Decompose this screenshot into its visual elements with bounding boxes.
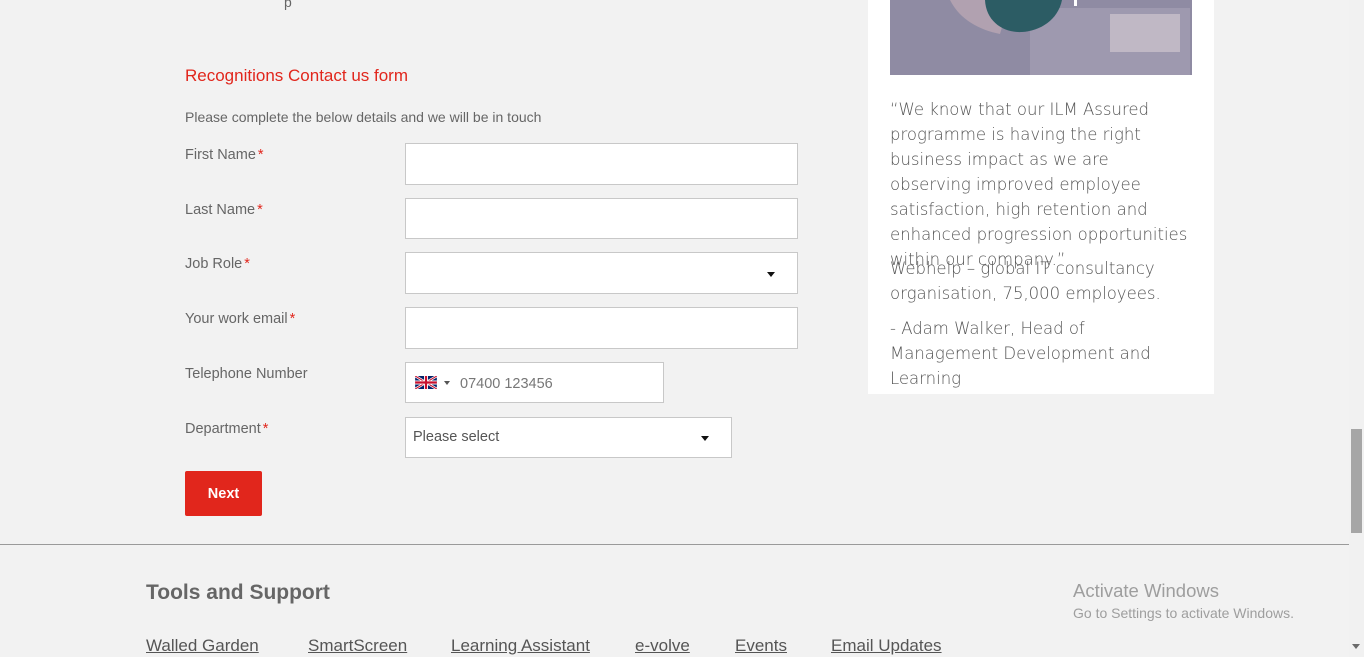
- testimonial-quote: “We know that our ILM Assured programme …: [890, 100, 1188, 269]
- form-title: Recognitions Contact us form: [185, 66, 408, 85]
- form-intro: Please complete the below details and we…: [185, 109, 542, 125]
- testimonial-organisation: Webhelp – global IT consultancy organisa…: [890, 259, 1161, 303]
- footer-link-walled-garden[interactable]: Walled Garden: [146, 636, 259, 656]
- testimonial-author: - Adam Walker, Head of Management Develo…: [890, 319, 1151, 388]
- first-name-input[interactable]: [405, 143, 798, 185]
- chevron-down-icon: [767, 272, 775, 277]
- required-marker: *: [257, 147, 264, 163]
- required-marker: *: [244, 256, 250, 272]
- department-select[interactable]: Please select: [405, 417, 732, 458]
- telephone-input[interactable]: [458, 370, 657, 398]
- telephone-field: [405, 362, 664, 403]
- footer-divider: [0, 544, 1349, 545]
- first-name-label-text: First Name: [185, 147, 256, 163]
- activate-windows-watermark-subtitle: Go to Settings to activate Windows.: [1073, 605, 1294, 621]
- chevron-down-icon: [701, 436, 709, 441]
- testimonial-image: [890, 0, 1192, 75]
- department-label-text: Department: [185, 421, 261, 437]
- footer-link-e-volve[interactable]: e-volve: [635, 636, 690, 656]
- testimonial-card: “We know that our ILM Assured programme …: [868, 0, 1214, 394]
- required-marker: *: [262, 421, 269, 437]
- country-dropdown-caret-icon[interactable]: [444, 381, 450, 385]
- footer-link-email-updates[interactable]: Email Updates: [831, 636, 942, 656]
- vertical-scrollbar[interactable]: [1349, 0, 1364, 657]
- footer-heading: Tools and Support: [146, 581, 330, 604]
- work-email-label-text: Your work email: [185, 311, 288, 327]
- work-email-label: Your work email *: [185, 311, 295, 327]
- scroll-down-arrow-icon[interactable]: [1352, 644, 1360, 649]
- first-name-label: First Name *: [185, 147, 264, 163]
- previous-section-text-fragment: p: [284, 0, 292, 10]
- uk-flag-icon[interactable]: [414, 374, 438, 391]
- footer-link-learning-assistant[interactable]: Learning Assistant: [451, 636, 590, 656]
- next-button[interactable]: Next: [185, 471, 262, 516]
- work-email-input[interactable]: [405, 307, 798, 349]
- footer-link-events[interactable]: Events: [735, 636, 787, 656]
- department-selected-value: Please select: [413, 429, 500, 445]
- required-marker: *: [289, 311, 296, 327]
- scrollbar-thumb[interactable]: [1351, 429, 1362, 533]
- last-name-input[interactable]: [405, 198, 798, 239]
- department-label: Department *: [185, 421, 268, 437]
- job-role-select[interactable]: [405, 252, 798, 294]
- footer-link-smartscreen[interactable]: SmartScreen: [308, 636, 407, 656]
- activate-windows-watermark-title: Activate Windows: [1073, 580, 1219, 601]
- last-name-label-text: Last Name: [185, 202, 256, 218]
- telephone-label: Telephone Number: [185, 366, 308, 382]
- last-name-label: Last Name *: [185, 202, 263, 218]
- telephone-label-text: Telephone Number: [185, 366, 308, 382]
- job-role-label: Job Role *: [185, 256, 250, 272]
- job-role-label-text: Job Role: [185, 256, 243, 272]
- required-marker: *: [257, 202, 263, 218]
